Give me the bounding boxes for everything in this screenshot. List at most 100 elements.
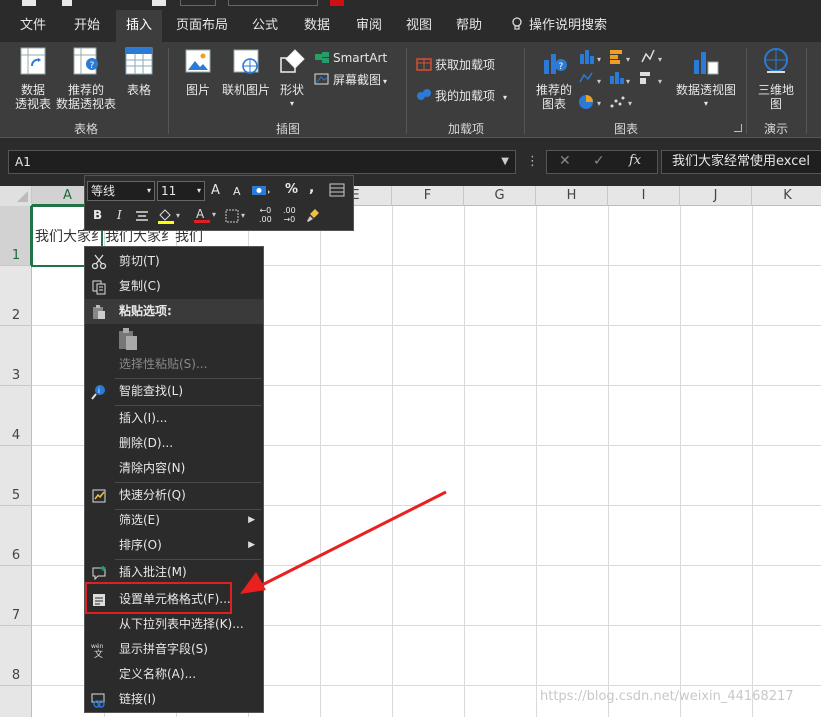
increase-decimal-button[interactable]: ←0.00: [259, 206, 272, 224]
pivot-chart-icon: [694, 52, 719, 75]
3d-map-label-2: 图: [769, 97, 782, 111]
row-header-6[interactable]: 6: [0, 506, 32, 566]
tab-formulas[interactable]: 公式: [242, 10, 288, 42]
menu-item-pick-from-list-label: 从下拉列表中选择(K)...: [119, 617, 244, 631]
tell-me-search[interactable]: 操作说明搜索: [504, 10, 614, 42]
menu-item-sort-label: 排序(O): [119, 538, 162, 552]
format-table-icon[interactable]: [329, 183, 345, 197]
row-header-1[interactable]: 1: [0, 206, 32, 266]
menu-item-define-name-label: 定义名称(A)...: [119, 667, 197, 681]
menu-item-pick-from-list[interactable]: 从下拉列表中选择(K)...: [85, 612, 263, 637]
recommended-pivot-button[interactable]: ? 推荐的 数据透视表: [56, 46, 116, 111]
column-header-i[interactable]: I: [608, 186, 680, 206]
menu-item-copy[interactable]: 复制(C): [85, 274, 263, 299]
menu-item-link[interactable]: 链接(I): [85, 687, 263, 712]
tab-data[interactable]: 数据: [294, 10, 340, 42]
my-addins-button[interactable]: 我的加载项 ▾: [416, 87, 507, 107]
cancel-icon[interactable]: ✕: [559, 153, 571, 169]
font-color-icon[interactable]: A ▾: [193, 206, 219, 225]
format-painter-icon[interactable]: [305, 207, 321, 223]
align-center-icon[interactable]: [135, 210, 149, 222]
shapes-dropdown-icon: ▾: [289, 99, 294, 108]
tell-me-label: 操作说明搜索: [528, 18, 607, 33]
bold-button[interactable]: B: [93, 208, 102, 222]
shrink-font-button[interactable]: A: [233, 185, 241, 198]
formula-input[interactable]: 我们大家经常使用excel: [661, 150, 821, 174]
menu-item-show-phonetic-label: 显示拼音字段(S): [119, 642, 208, 656]
italic-button[interactable]: I: [117, 208, 122, 222]
tab-view[interactable]: 视图: [396, 10, 442, 42]
pivot-table-button[interactable]: 数据 透视表: [8, 46, 58, 111]
3d-map-label-1: 三维地: [757, 83, 794, 97]
menu-item-cut[interactable]: 剪切(T): [85, 249, 263, 274]
row-header-4[interactable]: 4: [0, 386, 32, 446]
name-box-dropdown-icon[interactable]: ▼: [501, 151, 509, 173]
menu-item-insert[interactable]: 插入(I)...: [85, 406, 263, 431]
group-charts-label: 图表: [613, 122, 638, 136]
comma-style-button[interactable]: ,: [309, 180, 314, 196]
column-header-f[interactable]: F: [392, 186, 464, 206]
column-header-j[interactable]: J: [680, 186, 752, 206]
recommended-charts-button[interactable]: ? 推荐的 图表: [532, 46, 576, 111]
column-header-h[interactable]: H: [536, 186, 608, 206]
enter-icon[interactable]: ✓: [593, 153, 605, 169]
tab-review[interactable]: 审阅: [346, 10, 392, 42]
picture-button[interactable]: 图片: [176, 46, 220, 97]
screenshot-button[interactable]: 屏幕截图 ▾: [314, 71, 387, 91]
menu-item-delete[interactable]: 删除(D)...: [85, 431, 263, 456]
menu-item-show-phonetic[interactable]: wén 文 显示拼音字段(S): [85, 637, 263, 662]
more-options-icon[interactable]: ⋮: [526, 154, 539, 169]
3d-map-button[interactable]: 三维地 图: [752, 46, 800, 111]
tab-home[interactable]: 开始: [64, 10, 110, 42]
font-name-dropdown-icon: ▾: [146, 186, 151, 195]
font-name-select[interactable]: 等线 ▾: [87, 181, 155, 201]
percent-style-button[interactable]: %: [285, 182, 298, 197]
tab-insert[interactable]: 插入: [116, 10, 162, 42]
row-header-7[interactable]: 7: [0, 566, 32, 626]
paste-icon[interactable]: [117, 327, 139, 351]
screenshot-icon: [314, 73, 329, 85]
get-addins-button[interactable]: 获取加载项: [416, 56, 495, 74]
store-icon: [416, 58, 432, 71]
online-picture-icon: [233, 49, 259, 74]
tab-page-layout[interactable]: 页面布局: [168, 10, 236, 42]
select-all-icon: [17, 191, 28, 202]
watermark: https://blog.csdn.net/weixin_44168217: [540, 689, 794, 704]
fill-color-icon[interactable]: ▾: [157, 207, 183, 225]
row-header-8[interactable]: 8: [0, 626, 32, 686]
pinyin-icon: wén文: [91, 643, 104, 658]
column-header-k[interactable]: K: [752, 186, 821, 206]
row-header-2[interactable]: 2: [0, 266, 32, 326]
menu-item-paste-options: 粘贴选项:: [85, 299, 263, 324]
pivot-chart-button[interactable]: 数据透视图 ▾: [672, 46, 740, 111]
shapes-button[interactable]: 形状 ▾: [274, 46, 310, 111]
borders-icon[interactable]: ▾: [225, 208, 251, 224]
select-all-corner[interactable]: [0, 186, 32, 206]
table-button[interactable]: 表格: [118, 46, 160, 97]
name-box[interactable]: A1 ▼: [8, 150, 516, 174]
tab-help[interactable]: 帮助: [446, 10, 492, 42]
row-headers: 1 2 3 4 5 6 7 8: [0, 206, 32, 717]
menu-item-define-name[interactable]: 定义名称(A)...: [85, 662, 263, 687]
grow-font-button[interactable]: A: [211, 183, 220, 198]
column-header-g[interactable]: G: [464, 186, 536, 206]
menu-item-paste-special[interactable]: 选择性粘贴(S)...: [85, 352, 263, 377]
decrease-decimal-button[interactable]: .00 →0: [283, 206, 296, 224]
accounting-format-icon[interactable]: [251, 183, 271, 199]
smartart-button[interactable]: SmartArt: [314, 49, 387, 67]
svg-text:文: 文: [94, 648, 103, 658]
insert-function-icon[interactable]: fx: [629, 153, 641, 168]
row-header-5[interactable]: 5: [0, 446, 32, 506]
mini-toolbar: 等线 ▾ 11 ▾ A A % , B I ▾ A ▾ ▾ ←0.00 .00 →0: [84, 175, 354, 231]
online-picture-button[interactable]: 联机图片: [218, 46, 274, 97]
menu-item-clear-contents[interactable]: 清除内容(N): [85, 456, 263, 481]
title-bar: [0, 0, 821, 10]
menu-item-paste-options-label: 粘贴选项:: [119, 304, 172, 318]
dialog-launcher-icon[interactable]: [734, 124, 742, 132]
row-header-3[interactable]: 3: [0, 326, 32, 386]
font-size-select[interactable]: 11 ▾: [157, 181, 205, 201]
svg-text:▾: ▾: [658, 55, 662, 64]
menu-item-smart-lookup[interactable]: i 智能查找(L): [85, 379, 263, 404]
tab-file[interactable]: 文件: [8, 10, 58, 42]
addins-icon: [417, 89, 431, 100]
